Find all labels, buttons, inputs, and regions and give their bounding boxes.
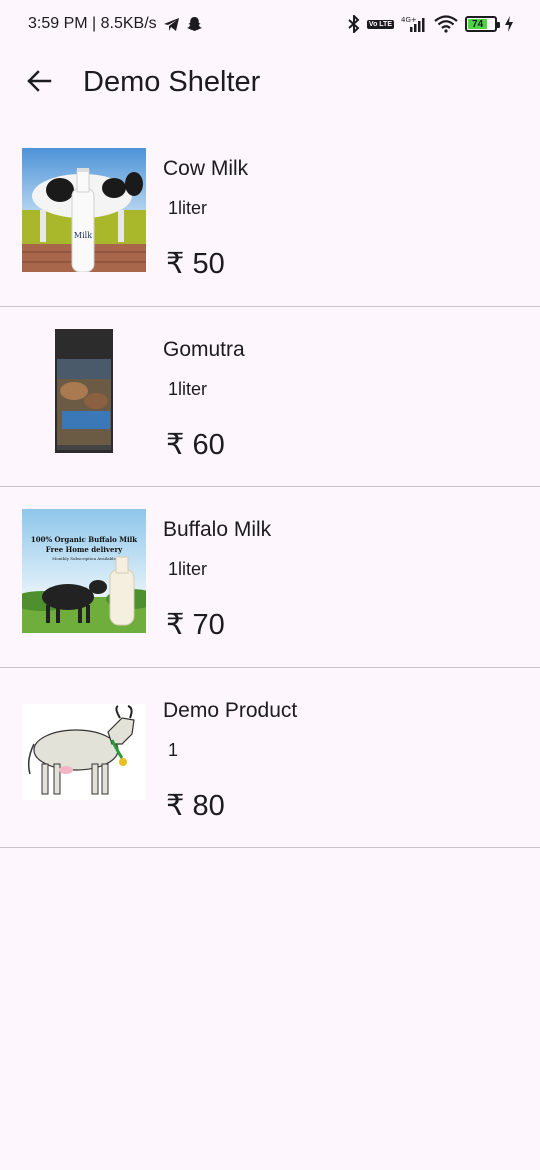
back-button[interactable] — [18, 60, 60, 102]
product-price: ₹ 70 — [166, 609, 225, 641]
svg-text:Milk: Milk — [74, 231, 92, 240]
volte-icon: Vo LTE — [366, 19, 394, 29]
product-item-gomutra[interactable]: Gomutra 1liter ₹ 60 — [0, 307, 540, 487]
signal-icon: 4G+ — [401, 15, 427, 33]
product-price: ₹ 60 — [166, 428, 225, 461]
gomutra-image — [22, 328, 146, 453]
product-name: Buffalo Milk — [163, 518, 272, 541]
image-text-line3: Monthly Subscription Available — [52, 556, 116, 561]
telegram-icon — [163, 17, 180, 32]
product-name: Cow Milk — [163, 157, 249, 180]
product-quantity: 1liter — [168, 198, 208, 218]
status-time-speed: 3:59 PM | 8.5KB/s — [28, 15, 157, 32]
product-item-cow-milk[interactable]: Milk Cow Milk 1liter ₹ 50 — [0, 126, 540, 307]
status-bar: 3:59 PM | 8.5KB/s Vo LTE 4G+ 74 — [0, 0, 540, 48]
bluetooth-icon — [348, 15, 360, 33]
status-right: Vo LTE 4G+ 74 — [348, 15, 514, 33]
charging-icon — [504, 16, 514, 32]
product-quantity: 1 — [168, 739, 179, 760]
product-item-demo-product[interactable]: Demo Product 1 ₹ 80 — [0, 668, 540, 848]
product-name: Gomutra — [163, 337, 245, 361]
snapchat-icon — [186, 16, 203, 32]
product-name: Demo Product — [163, 698, 298, 722]
product-list: Milk Cow Milk 1liter ₹ 50 Gomutra 1liter… — [0, 126, 540, 848]
image-text-line1: 100% Organic Buffalo Milk — [31, 535, 137, 544]
product-quantity: 1liter — [168, 559, 208, 579]
app-bar: Demo Shelter — [0, 48, 540, 118]
wifi-icon — [434, 15, 458, 33]
battery-icon: 74 — [465, 16, 500, 32]
status-left: 3:59 PM | 8.5KB/s — [28, 15, 203, 33]
product-price: ₹ 50 — [166, 248, 225, 280]
cow-illustration-image — [22, 703, 146, 800]
arrow-back-icon — [27, 70, 52, 92]
svg-text:4G+: 4G+ — [401, 16, 417, 24]
page-title: Demo Shelter — [83, 66, 261, 98]
product-item-buffalo-milk[interactable]: 100% Organic Buffalo Milk Free Home deli… — [0, 487, 540, 668]
battery-level: 74 — [468, 19, 488, 30]
image-text-line2: Free Home delivery — [46, 545, 123, 554]
cow-milk-image: Milk — [22, 148, 146, 272]
product-price: ₹ 80 — [166, 789, 225, 822]
buffalo-milk-image: 100% Organic Buffalo Milk Free Home deli… — [22, 509, 146, 633]
product-quantity: 1liter — [168, 378, 208, 399]
